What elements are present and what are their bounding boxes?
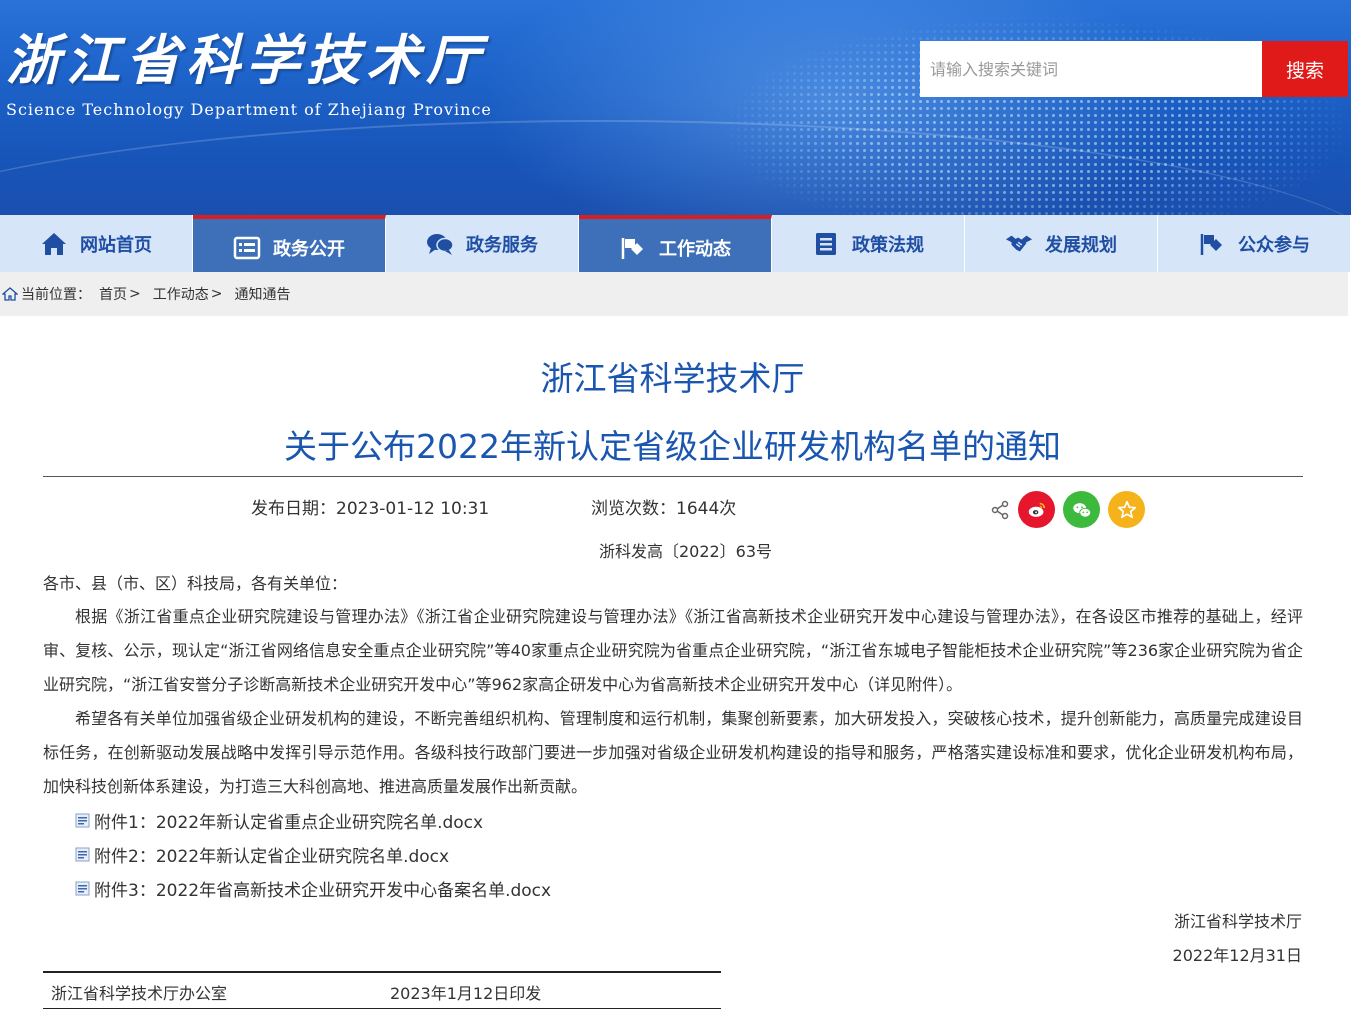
- nav-item-policies[interactable]: 政策法规: [772, 215, 965, 272]
- nav-item-government-services[interactable]: 政务服务: [386, 215, 579, 272]
- search-button[interactable]: 搜索: [1262, 41, 1348, 97]
- document-icon: [812, 231, 840, 257]
- attachment-link-1[interactable]: 附件1：2022年新认定省重点企业研究院名单.docx: [75, 808, 483, 833]
- site-title: 浙江省科学技术厅: [6, 28, 486, 92]
- signature-date: 2022年12月31日: [1172, 946, 1302, 965]
- breadcrumb-separator: >: [210, 286, 223, 302]
- diamond-flag-icon: [619, 235, 647, 261]
- attachment-label: 附件1：2022年新认定省重点企业研究院名单.docx: [94, 813, 484, 833]
- article-paragraph-1: 根据《浙江省重点企业研究院建设与管理办法》《浙江省企业研究院建设与管理办法》《浙…: [43, 607, 1303, 694]
- chat-bubbles-icon: [426, 231, 454, 257]
- view-count: 浏览次数：1644次: [591, 499, 737, 519]
- footer-rule-top: [43, 971, 721, 973]
- title-divider: [43, 476, 1303, 477]
- nav-item-label: 政策法规: [852, 234, 924, 256]
- search-input[interactable]: [920, 41, 1262, 97]
- document-number: 浙科发高〔2022〕63号: [598, 542, 773, 561]
- nav-item-home[interactable]: 网站首页: [0, 215, 193, 272]
- main-nav: 网站首页 政务公开 政务服务 工作动态 政策法规 发展规划 公众参与: [0, 215, 1351, 272]
- article-title: 关于公布2022年新认定省级企业研发机构名单的通知: [284, 427, 1061, 466]
- nav-item-label: 政务服务: [466, 234, 538, 256]
- attachment-label: 附件3：2022年省高新技术企业研究开发中心备案名单.docx: [94, 881, 552, 901]
- home-icon: [40, 231, 68, 257]
- diamond-flag-icon: [1198, 231, 1226, 257]
- weibo-icon[interactable]: [1018, 491, 1055, 528]
- word-document-icon: [75, 847, 90, 862]
- signature-org: 浙江省科学技术厅: [1173, 912, 1302, 931]
- article-paragraph-2: 希望各有关单位加强省级企业研发机构的建设，不断完善组织机构、管理制度和运行机制，…: [43, 709, 1303, 796]
- list-icon: [233, 235, 261, 261]
- attachment-link-2[interactable]: 附件2：2022年新认定省企业研究院名单.docx: [75, 842, 449, 867]
- word-document-icon: [75, 813, 90, 828]
- breadcrumb-home-link[interactable]: 首页: [99, 284, 127, 304]
- nav-item-work-news[interactable]: 工作动态: [579, 215, 772, 272]
- favorite-star-icon[interactable]: [1108, 491, 1145, 528]
- header-banner: 浙江省科学技术厅 Science Technology Department o…: [0, 0, 1351, 215]
- nav-item-development-planning[interactable]: 发展规划: [965, 215, 1158, 272]
- article-issuer: 浙江省科学技术厅: [540, 359, 805, 398]
- nav-item-label: 政务公开: [273, 238, 345, 260]
- share-icon[interactable]: [990, 500, 1010, 520]
- nav-item-label: 公众参与: [1238, 234, 1310, 256]
- footer-rule-bottom: [43, 1008, 721, 1009]
- wechat-icon[interactable]: [1063, 491, 1100, 528]
- nav-item-label: 工作动态: [659, 238, 731, 260]
- footer-print-date: 2023年1月12日印发: [390, 984, 542, 1003]
- footer-issuing-office: 浙江省科学技术厅办公室: [51, 984, 228, 1003]
- nav-item-government-affairs[interactable]: 政务公开: [193, 215, 386, 272]
- nav-item-label: 网站首页: [80, 234, 152, 256]
- breadcrumb-label: 当前位置：: [21, 287, 91, 303]
- word-document-icon: [75, 881, 90, 896]
- attachment-link-3[interactable]: 附件3：2022年省高新技术企业研究开发中心备案名单.docx: [75, 876, 551, 901]
- nav-item-public-participation[interactable]: 公众参与: [1158, 215, 1351, 272]
- attachment-label: 附件2：2022年新认定省企业研究院名单.docx: [94, 847, 450, 867]
- handshake-icon: [1005, 231, 1033, 257]
- site-subtitle: Science Technology Department of Zhejian…: [6, 100, 492, 119]
- breadcrumb: 当前位置： 首页 > 工作动态 > 通知通告: [0, 272, 1348, 316]
- home-icon: [2, 287, 18, 301]
- salutation: 各市、县（市、区）科技局，各有关单位：: [43, 574, 348, 593]
- nav-item-label: 发展规划: [1045, 234, 1117, 256]
- breadcrumb-work-news-link[interactable]: 工作动态: [153, 284, 209, 304]
- publish-date: 发布日期：2023-01-12 10:31: [251, 499, 490, 519]
- share-bar: [990, 491, 1145, 528]
- breadcrumb-notices-link[interactable]: 通知通告: [234, 284, 290, 304]
- breadcrumb-separator: >: [129, 286, 141, 302]
